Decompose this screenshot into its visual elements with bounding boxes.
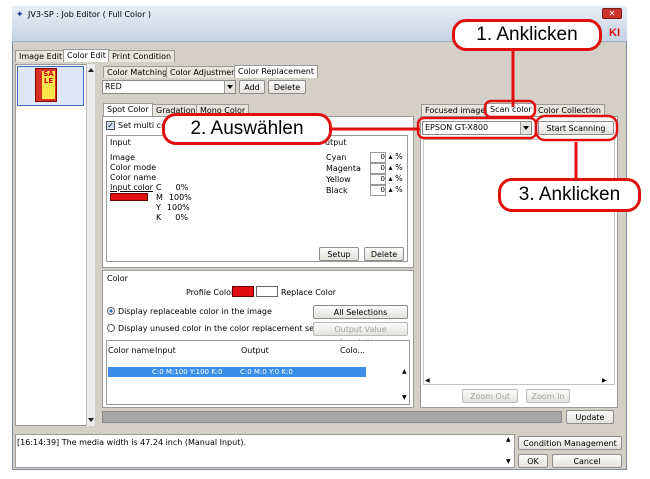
scan-tab-highlight: [483, 99, 537, 119]
scanner-select-highlight: [416, 116, 538, 140]
chevron-down-icon: [227, 85, 233, 89]
scanner-chevron-icon: [523, 126, 529, 130]
callout-step1: 1. Anklicken: [452, 19, 602, 51]
callout-step3: 3. Anklicken: [498, 178, 641, 212]
start-scanning-highlight: [534, 114, 619, 142]
callout-step2: 2. Auswählen: [162, 113, 332, 145]
annotation-lines: [330, 46, 619, 180]
